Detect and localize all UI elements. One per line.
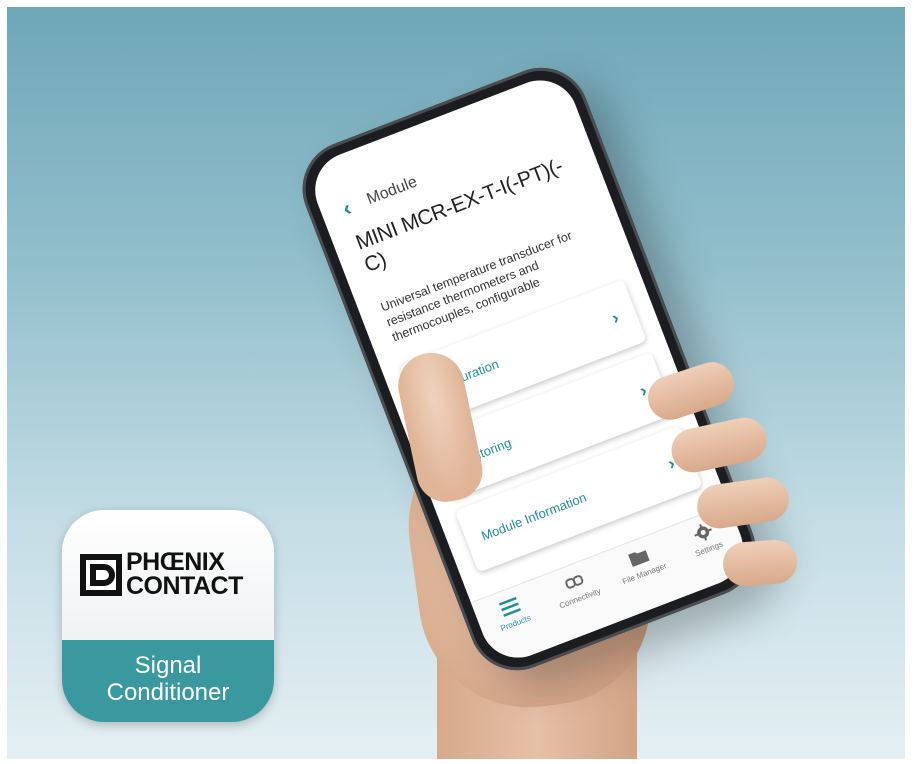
brand-logo: PHŒNIX CONTACT [80, 550, 256, 606]
hand-finger [721, 538, 799, 588]
link-icon [564, 575, 583, 589]
brand-line-1: PHŒNIX [126, 548, 225, 576]
menu-item-label: Module Information [479, 489, 589, 544]
tab-connectivity[interactable]: Connectivity [538, 561, 614, 615]
folder-icon [627, 550, 650, 568]
tab-file-manager[interactable]: File Manager [603, 537, 679, 591]
phoenix-contact-logo-icon [80, 554, 122, 596]
tab-label: File Manager [621, 561, 668, 587]
chevron-left-icon[interactable]: ‹ [339, 195, 355, 222]
app-icon: PHŒNIX CONTACT Signal Conditioner [62, 510, 274, 722]
tab-products[interactable]: Products [474, 586, 550, 640]
tab-label: Connectivity [558, 586, 603, 611]
section-label: Module [364, 173, 420, 209]
app-name-line-2: Conditioner [106, 679, 230, 706]
app-name-line-1: Signal [134, 652, 202, 679]
list-icon [498, 597, 521, 618]
app-name-band: Signal Conditioner [62, 640, 274, 722]
brand-name: PHŒNIX CONTACT [126, 548, 243, 600]
brand-line-2: CONTACT [126, 572, 243, 600]
chevron-right-icon: › [608, 306, 622, 328]
